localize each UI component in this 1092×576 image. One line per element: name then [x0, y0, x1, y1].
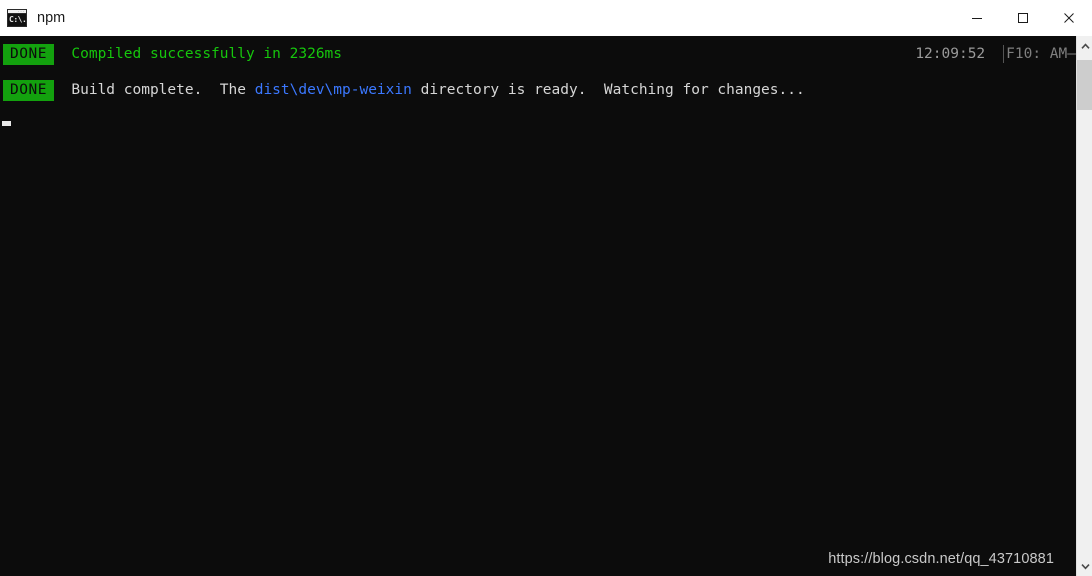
terminal-line-text: Build complete. The [53, 82, 255, 98]
npm-terminal-window: ··· C:\. npm DONE Compiled successfully … [0, 0, 1092, 576]
function-key-hint: F10: AM– [1003, 45, 1076, 63]
console-icon: ··· C:\. [7, 9, 27, 27]
watermark-url: https://blog.csdn.net/qq_43710881 [828, 551, 1054, 567]
minimize-button[interactable] [954, 0, 1000, 36]
status-badge: DONE [3, 79, 54, 101]
terminal-line-text: Compiled successfully in 2326ms [53, 46, 343, 62]
terminal-line-text: directory is ready. Watching for changes… [411, 82, 805, 98]
maximize-button[interactable] [1000, 0, 1046, 36]
clock-text: 12:09:52 [915, 46, 986, 62]
scroll-up-arrow-icon[interactable] [1077, 36, 1092, 56]
window-controls [954, 0, 1092, 36]
terminal-line-right-group: 12:09:52 F10: AM– [915, 36, 1076, 72]
terminal-cursor [2, 121, 11, 126]
window-title: npm [37, 10, 66, 26]
vertical-scrollbar[interactable] [1076, 36, 1092, 576]
titlebar-left-group: ··· C:\. npm [0, 9, 954, 27]
close-button[interactable] [1046, 0, 1092, 36]
console-icon-prompt: C:\. [8, 14, 27, 26]
window-titlebar[interactable]: ··· C:\. npm [0, 0, 1092, 36]
terminal-line: DONE Build complete. The dist\dev\mp-wei… [0, 72, 1076, 108]
scroll-down-arrow-icon[interactable] [1077, 556, 1092, 576]
terminal-line: DONE Compiled successfully in 2326ms 12:… [0, 36, 1076, 72]
scrollbar-thumb[interactable] [1077, 60, 1092, 110]
terminal-output-area[interactable]: DONE Compiled successfully in 2326ms 12:… [0, 36, 1076, 576]
output-directory-path: dist\dev\mp-weixin [254, 82, 412, 98]
status-badge: DONE [3, 43, 54, 65]
terminal-cursor-line [0, 108, 1076, 126]
